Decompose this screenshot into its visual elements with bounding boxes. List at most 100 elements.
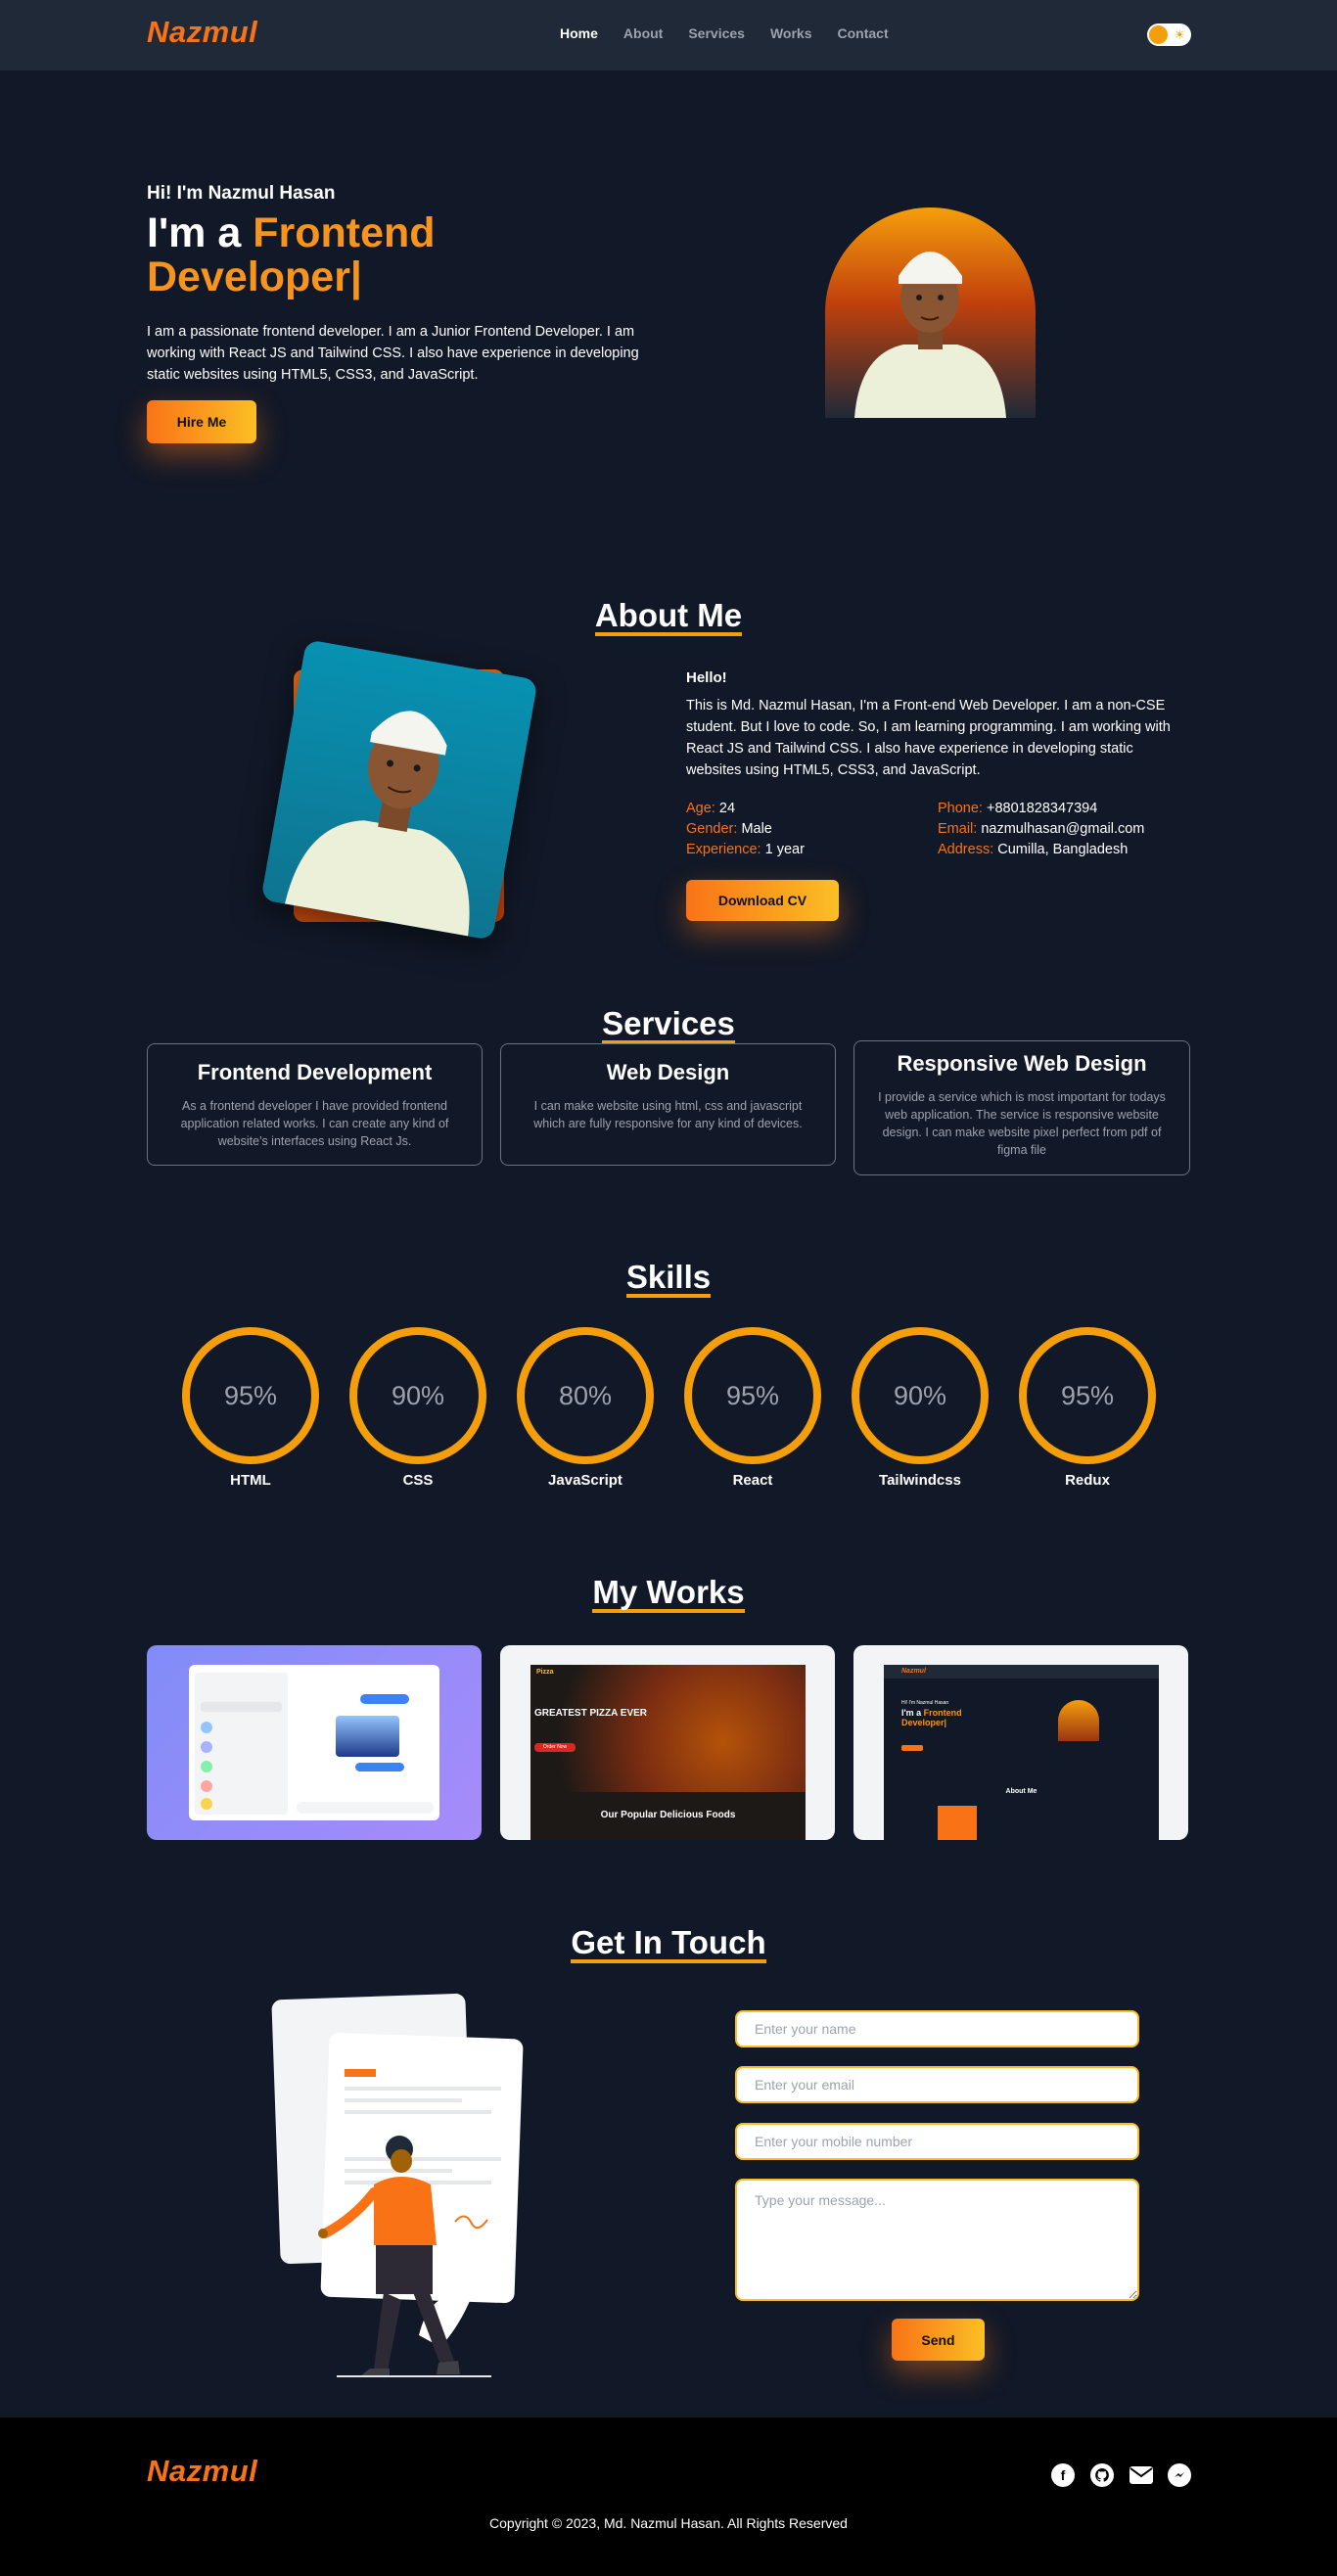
skill-redux: 95% Redux bbox=[1019, 1327, 1156, 1489]
download-cv-button[interactable]: Download CV bbox=[686, 880, 839, 921]
hero-title: I'm a Frontend Developer| bbox=[147, 211, 558, 299]
nav-contact[interactable]: Contact bbox=[838, 25, 889, 41]
portfolio-title-prefix: I'm a bbox=[901, 1708, 922, 1718]
avatar bbox=[201, 1741, 212, 1753]
info-label: Age: bbox=[686, 801, 715, 816]
about-title: About Me bbox=[0, 597, 1337, 636]
services-title-text: Services bbox=[602, 1007, 735, 1044]
mobile-input[interactable] bbox=[735, 2123, 1139, 2160]
about-portrait bbox=[260, 639, 538, 941]
footer-logo[interactable]: Nazmul bbox=[147, 2454, 257, 2489]
email-input[interactable] bbox=[735, 2066, 1139, 2103]
service-desc: I can make website using html, css and j… bbox=[533, 1099, 803, 1130]
portfolio-screenshot: Nazmul Hi! I'm Nazmul Hasan I'm a Fronte… bbox=[884, 1665, 1159, 1840]
portfolio-about-photo bbox=[938, 1806, 977, 1840]
info-label: Experience: bbox=[686, 842, 761, 857]
message-textarea[interactable] bbox=[735, 2179, 1139, 2301]
service-title: Frontend Development bbox=[197, 1060, 433, 1084]
info-value: Cumilla, Bangladesh bbox=[997, 842, 1129, 857]
info-address: Address: Cumilla, Bangladesh bbox=[938, 840, 1144, 860]
info-value: Male bbox=[741, 821, 772, 837]
sun-icon: ☀ bbox=[1174, 27, 1185, 42]
navbar: Nazmul Home About Services Works Contact… bbox=[0, 0, 1337, 70]
service-title: Web Design bbox=[606, 1060, 730, 1084]
nav-works[interactable]: Works bbox=[770, 25, 812, 41]
pizza-logo: Pizza bbox=[536, 1669, 554, 1676]
mail-icon[interactable] bbox=[1130, 2466, 1153, 2484]
pizza-hero-image bbox=[530, 1665, 806, 1792]
chat-image bbox=[336, 1716, 399, 1757]
send-button[interactable]: Send bbox=[892, 2319, 985, 2361]
hero-title-prefix: I'm a bbox=[147, 209, 242, 256]
work-card-pizza[interactable]: Pizza GREATEST PIZZA EVER Order Now Our … bbox=[500, 1645, 835, 1840]
contact-title-text: Get In Touch bbox=[571, 1926, 766, 1963]
pizza-screenshot: Pizza GREATEST PIZZA EVER Order Now Our … bbox=[530, 1665, 806, 1840]
chat-sidebar bbox=[195, 1673, 288, 1815]
info-value: nazmulhasan@gmail.com bbox=[981, 821, 1145, 837]
skill-tailwindcss: 90% Tailwindcss bbox=[852, 1327, 989, 1489]
theme-toggle[interactable]: ☀ bbox=[1147, 23, 1191, 46]
skill-ring: 95% bbox=[1019, 1327, 1156, 1464]
facebook-icon[interactable]: f bbox=[1051, 2463, 1075, 2487]
nav-links: Home About Services Works Contact bbox=[560, 25, 889, 41]
skill-javascript: 80% JavaScript bbox=[517, 1327, 654, 1489]
service-card-webdesign: Web Design I can make website using html… bbox=[500, 1043, 836, 1166]
works-title: My Works bbox=[0, 1574, 1337, 1613]
brand-logo[interactable]: Nazmul bbox=[147, 15, 257, 50]
about-title-text: About Me bbox=[594, 599, 743, 636]
info-left: Age: 24 Gender: Male Experience: 1 year bbox=[686, 799, 805, 860]
service-card-frontend: Frontend Development As a frontend devel… bbox=[147, 1043, 483, 1166]
skill-react: 95% React bbox=[684, 1327, 821, 1489]
hero-greeting: Hi! I'm Nazmul Hasan bbox=[147, 183, 336, 204]
nav-about[interactable]: About bbox=[623, 25, 663, 41]
service-desc: As a frontend developer I have provided … bbox=[180, 1099, 449, 1148]
services-title: Services bbox=[0, 1005, 1337, 1044]
info-phone: Phone: +8801828347394 bbox=[938, 799, 1144, 819]
avatar bbox=[201, 1798, 212, 1810]
github-icon[interactable] bbox=[1090, 2463, 1114, 2487]
info-value: +8801828347394 bbox=[987, 801, 1098, 816]
hero-portrait bbox=[825, 207, 1036, 418]
footer: Nazmul bbox=[0, 2417, 1337, 2576]
works-title-text: My Works bbox=[592, 1576, 745, 1613]
skill-label: JavaScript bbox=[548, 1472, 622, 1489]
chat-input bbox=[297, 1802, 434, 1814]
portfolio-section-title: About Me bbox=[1005, 1788, 1037, 1795]
work-card-chat-app[interactable] bbox=[147, 1645, 482, 1840]
info-label: Phone: bbox=[938, 801, 983, 816]
hero-description: I am a passionate frontend developer. I … bbox=[147, 324, 639, 383]
nav-home[interactable]: Home bbox=[560, 25, 598, 41]
chat-search-placeholder bbox=[201, 1702, 282, 1712]
work-card-portfolio[interactable]: Nazmul Hi! I'm Nazmul Hasan I'm a Fronte… bbox=[853, 1645, 1188, 1840]
info-value: 1 year bbox=[764, 842, 805, 857]
info-experience: Experience: 1 year bbox=[686, 840, 805, 860]
skill-label: React bbox=[732, 1472, 773, 1489]
pizza-section-title: Our Popular Delicious Foods bbox=[600, 1810, 736, 1820]
hire-me-button[interactable]: Hire Me bbox=[147, 400, 256, 443]
about-text: This is Md. Nazmul Hasan, I'm a Front-en… bbox=[686, 698, 1171, 778]
copyright-text: Copyright © 2023, Md. Nazmul Hasan. All … bbox=[489, 2515, 848, 2531]
name-input[interactable] bbox=[735, 2010, 1139, 2047]
service-desc: I provide a service which is most import… bbox=[878, 1090, 1166, 1157]
messenger-icon[interactable] bbox=[1168, 2463, 1191, 2487]
portfolio-button bbox=[901, 1745, 923, 1751]
info-value: 24 bbox=[718, 801, 736, 816]
portfolio-photo bbox=[1058, 1700, 1099, 1741]
contact-illustration bbox=[264, 1993, 530, 2380]
chat-bubble bbox=[355, 1763, 404, 1771]
nav-services[interactable]: Services bbox=[688, 25, 745, 41]
skills-title: Skills bbox=[0, 1259, 1337, 1298]
info-label: Gender: bbox=[686, 821, 738, 837]
info-email: Email: nazmulhasan@gmail.com bbox=[938, 819, 1144, 840]
info-age: Age: 24 bbox=[686, 799, 805, 819]
skill-ring: 95% bbox=[182, 1327, 319, 1464]
skill-label: CSS bbox=[402, 1472, 434, 1489]
skill-ring: 95% bbox=[684, 1327, 821, 1464]
pizza-order-button: Order Now bbox=[534, 1743, 576, 1752]
skill-css: 90% CSS bbox=[349, 1327, 486, 1489]
portfolio-logo: Nazmul bbox=[901, 1668, 926, 1675]
skills-title-text: Skills bbox=[625, 1261, 712, 1298]
skill-label: HTML bbox=[230, 1472, 271, 1489]
skill-ring: 80% bbox=[517, 1327, 654, 1464]
portfolio-title: I'm a Frontend Developer| bbox=[901, 1708, 980, 1727]
